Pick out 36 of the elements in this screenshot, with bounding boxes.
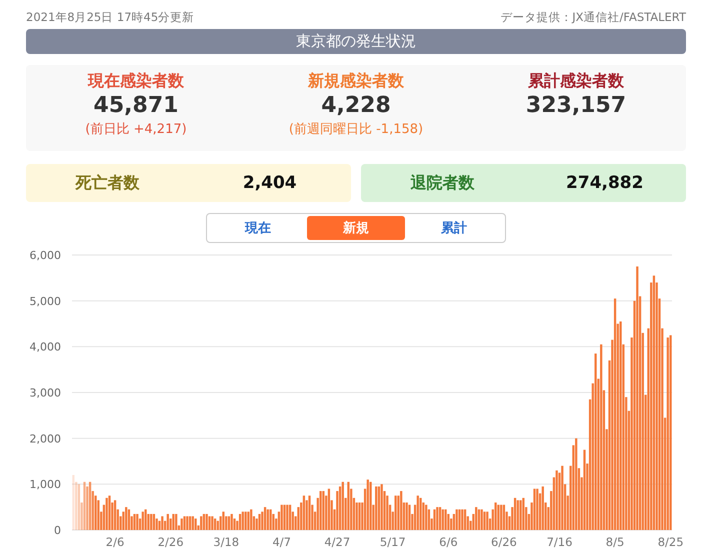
stat-label: 新規感染者数 [308,71,404,92]
update-time: 2021年8月25日 17時45分更新 [26,10,194,24]
axis-label: 2,000 [30,432,61,446]
axis-label: 3,000 [30,386,61,400]
card-label: 退院者数 [409,172,476,194]
card-value: 2,404 [242,173,298,193]
axis-label: 2/26 [158,535,184,549]
chart-tab[interactable]: 現在 [209,216,307,240]
axis-label: 5/17 [380,535,406,549]
stat-label: 累計感染者数 [528,71,624,92]
section-title: 東京都の発生状況 [26,29,686,54]
axis-label: 5,000 [30,294,61,308]
chart-tab[interactable]: 新規 [307,216,405,240]
axis-label: 6/6 [439,535,458,549]
stat-value: 4,228 [321,93,391,118]
axis-label: 6,000 [30,249,61,262]
axis-label: 2/6 [106,535,124,549]
axis-label: 4/27 [324,535,350,549]
chart-tab[interactable]: 累計 [405,216,503,240]
stat-label: 現在感染者数 [88,71,184,92]
axis-label: 0 [54,524,61,537]
axis-label: 6/26 [491,535,517,549]
axis-label: 3/18 [213,535,240,549]
axis-label: 8/5 [606,535,624,549]
axis-label: 4/7 [272,535,291,549]
axis-label: 7/16 [546,535,572,549]
card-label: 死亡者数 [74,172,140,194]
stat-change: (前日比 +4,217) [85,121,187,138]
axis-label: 8/25 [658,535,684,549]
card-value: 274,882 [565,173,644,193]
stat-value: 323,157 [526,93,626,118]
axis-label: 1,000 [30,478,61,492]
stat-value: 45,871 [94,93,178,118]
stat-change: (前週同曜日比 -1,158) [288,121,424,138]
axis-label: 4,000 [30,340,61,354]
data-source: データ提供：JX通信社/FASTALERT [500,10,686,24]
